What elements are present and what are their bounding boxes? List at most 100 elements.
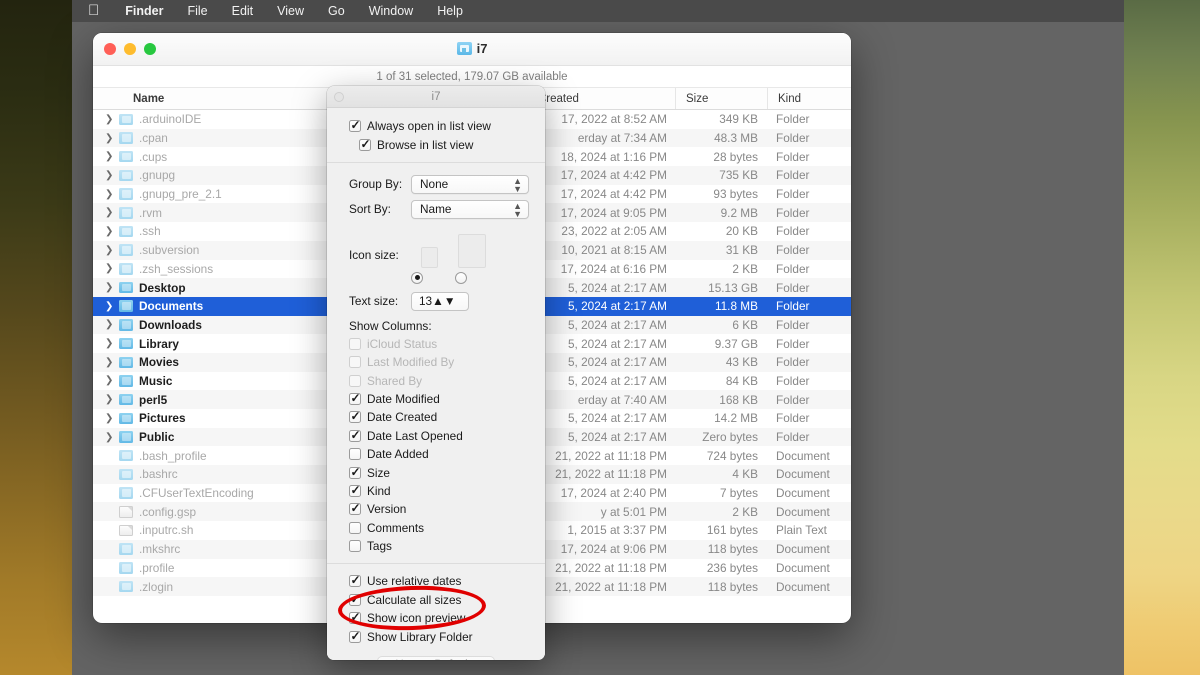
- column-toggle-row[interactable]: Version: [327, 500, 545, 518]
- chevron-right-icon[interactable]: ❯: [105, 207, 119, 218]
- menu-item-window[interactable]: Window: [357, 4, 425, 18]
- use-as-defaults-button[interactable]: Use as Defaults: [377, 655, 495, 660]
- checkbox[interactable]: [349, 465, 361, 479]
- file-created-cell: 18, 2024 at 1:16 PM: [560, 149, 667, 164]
- column-toggle-row[interactable]: Date Added: [327, 445, 545, 463]
- checkbox[interactable]: [349, 428, 361, 442]
- file-created-cell: 17, 2024 at 4:42 PM: [560, 168, 667, 183]
- always-open-in-list-view-row[interactable]: Always open in list view: [327, 117, 545, 135]
- browse-in-list-view-row[interactable]: Browse in list view: [327, 135, 545, 153]
- checkbox[interactable]: [349, 540, 361, 553]
- file-name: Documents: [139, 299, 204, 314]
- file-name: .zsh_sessions: [139, 261, 214, 276]
- chevron-right-icon[interactable]: ❯: [105, 282, 119, 293]
- close-icon[interactable]: [334, 92, 344, 102]
- column-header-created[interactable]: Created: [528, 88, 676, 109]
- file-kind-cell: Document: [776, 486, 830, 501]
- file-name: Public: [139, 430, 175, 445]
- file-size-cell: 735 KB: [719, 168, 758, 183]
- checkbox[interactable]: [349, 391, 361, 406]
- apple-logo-icon[interactable]: : [82, 3, 113, 20]
- chevron-right-icon[interactable]: ❯: [105, 432, 119, 443]
- chevron-right-icon[interactable]: ❯: [105, 133, 119, 144]
- menu-item-go[interactable]: Go: [316, 4, 357, 18]
- checkbox[interactable]: [349, 501, 361, 516]
- column-toggle-row[interactable]: Date Last Opened: [327, 427, 545, 445]
- chevron-right-icon[interactable]: ❯: [105, 114, 119, 125]
- checkbox-label: iCloud Status: [367, 336, 438, 351]
- file-name: .rvm: [139, 205, 162, 220]
- file-kind-cell: Document: [776, 448, 830, 463]
- group-by-row: Group By: None ▲ ▼: [327, 172, 545, 197]
- menu-item-finder[interactable]: Finder: [113, 4, 175, 18]
- checkbox-label: Tags: [367, 539, 392, 554]
- checkbox[interactable]: [349, 629, 361, 643]
- chevron-right-icon[interactable]: ❯: [105, 226, 119, 237]
- menu-item-view[interactable]: View: [265, 4, 316, 18]
- file-kind-cell: Folder: [776, 187, 810, 202]
- icon-size-small-radio[interactable]: [411, 271, 423, 284]
- option-toggle-row[interactable]: Use relative dates: [327, 572, 545, 590]
- sort-by-select[interactable]: Name ▲ ▼: [411, 199, 529, 219]
- file-kind-cell: Folder: [776, 430, 810, 445]
- chevron-right-icon[interactable]: ❯: [105, 170, 119, 181]
- folder-dim-icon: [119, 169, 133, 182]
- column-toggle-row[interactable]: Tags: [327, 537, 545, 555]
- chevron-right-icon[interactable]: ❯: [105, 319, 119, 330]
- column-toggle-row[interactable]: Date Created: [327, 408, 545, 426]
- text-size-stepper[interactable]: 13 ▲▼: [411, 291, 469, 311]
- folder-icon: [119, 337, 133, 350]
- text-size-value: 13: [419, 294, 433, 309]
- chevron-right-icon[interactable]: ❯: [105, 394, 119, 405]
- file-size-cell: 724 bytes: [706, 448, 758, 463]
- option-toggle-row[interactable]: Show Library Folder: [327, 627, 545, 645]
- column-header-kind[interactable]: Kind: [768, 88, 851, 109]
- chevron-right-icon[interactable]: ❯: [105, 338, 119, 349]
- file-created-cell: 21, 2022 at 11:18 PM: [555, 560, 667, 575]
- menu-item-edit[interactable]: Edit: [220, 4, 266, 18]
- file-name: Desktop: [139, 280, 186, 295]
- menu-bar:  Finder File Edit View Go Window Help: [72, 0, 1124, 22]
- view-options-titlebar[interactable]: i7: [327, 86, 545, 108]
- chevron-right-icon[interactable]: ❯: [105, 413, 119, 424]
- file-created-cell: 17, 2024 at 9:06 PM: [560, 542, 667, 557]
- screen:  Finder File Edit View Go Window Help i…: [0, 0, 1200, 675]
- chevron-right-icon[interactable]: ❯: [105, 245, 119, 256]
- chevron-right-icon[interactable]: ❯: [105, 189, 119, 200]
- chevron-right-icon[interactable]: ❯: [105, 375, 119, 386]
- file-size-cell: 28 bytes: [713, 149, 758, 164]
- chevron-right-icon[interactable]: ❯: [105, 357, 119, 368]
- group-by-select[interactable]: None ▲ ▼: [411, 174, 529, 194]
- option-toggle-row[interactable]: Calculate all sizes: [327, 591, 545, 609]
- option-toggle-row[interactable]: Show icon preview: [327, 609, 545, 627]
- column-header-size[interactable]: Size: [676, 88, 768, 109]
- checkbox[interactable]: [349, 592, 361, 606]
- column-toggle-row[interactable]: Date Modified: [327, 390, 545, 408]
- browse-list-checkbox[interactable]: [359, 137, 371, 151]
- checkbox[interactable]: [349, 610, 361, 625]
- checkbox[interactable]: [349, 483, 361, 497]
- column-toggle-row[interactable]: Comments: [327, 519, 545, 537]
- column-toggle-row[interactable]: Kind: [327, 482, 545, 500]
- checkbox: [349, 374, 361, 387]
- checkbox[interactable]: [349, 448, 361, 461]
- always-open-checkbox[interactable]: [349, 118, 361, 133]
- folder-icon: [119, 412, 133, 425]
- file-created-cell: 17, 2024 at 2:40 PM: [560, 486, 667, 501]
- checkbox[interactable]: [349, 409, 361, 424]
- checkbox[interactable]: [349, 573, 361, 588]
- finder-titlebar[interactable]: i7: [93, 33, 851, 66]
- chevron-right-icon[interactable]: ❯: [105, 301, 119, 312]
- checkbox[interactable]: [349, 521, 361, 534]
- column-toggle-row[interactable]: Size: [327, 463, 545, 481]
- chevron-right-icon[interactable]: ❯: [105, 151, 119, 162]
- folder-dim-icon: [119, 132, 133, 144]
- folder-dim-icon: [119, 244, 133, 256]
- checkbox-label: Version: [367, 502, 407, 517]
- menu-item-help[interactable]: Help: [425, 4, 475, 18]
- menu-item-file[interactable]: File: [175, 4, 219, 18]
- icon-size-large-radio[interactable]: [455, 271, 467, 284]
- icon-size-row: Icon size:: [327, 222, 545, 268]
- file-kind-cell: Folder: [776, 261, 810, 276]
- chevron-right-icon[interactable]: ❯: [105, 263, 119, 274]
